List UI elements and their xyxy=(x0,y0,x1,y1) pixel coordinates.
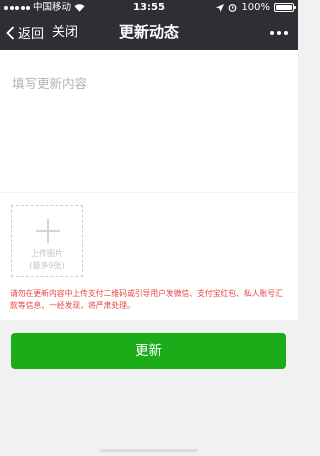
upload-limit-label: (最多9张) xyxy=(29,261,65,270)
home-indicator xyxy=(100,449,198,452)
battery-percent: 100% xyxy=(241,2,270,13)
alarm-clock-icon xyxy=(229,4,237,12)
status-right: 100% xyxy=(216,0,296,15)
more-options-icon[interactable] xyxy=(270,15,288,50)
content-editor xyxy=(0,50,298,192)
warning-notice: 请勿在更新内容中上传支付二维码或引导用户发微信、支付宝红包、私人账号汇款等信息，… xyxy=(10,289,283,310)
upload-label: 上传图片 xyxy=(31,249,63,258)
navigation-bar: 返回 关闭 更新动态 xyxy=(0,15,298,50)
upload-image-button[interactable]: 上传图片 (最多9张) xyxy=(11,205,83,277)
status-bar: 中国移动 13:55 100% xyxy=(0,0,298,15)
battery-icon xyxy=(274,3,296,12)
plus-icon xyxy=(36,219,60,243)
content-input[interactable] xyxy=(0,50,298,192)
location-arrow-icon xyxy=(216,3,225,12)
upload-section: 上传图片 (最多9张) 请勿在更新内容中上传支付二维码或引导用户发微信、支付宝红… xyxy=(0,193,298,320)
page-title: 更新动态 xyxy=(118,23,179,41)
update-button[interactable]: 更新 xyxy=(11,333,286,369)
